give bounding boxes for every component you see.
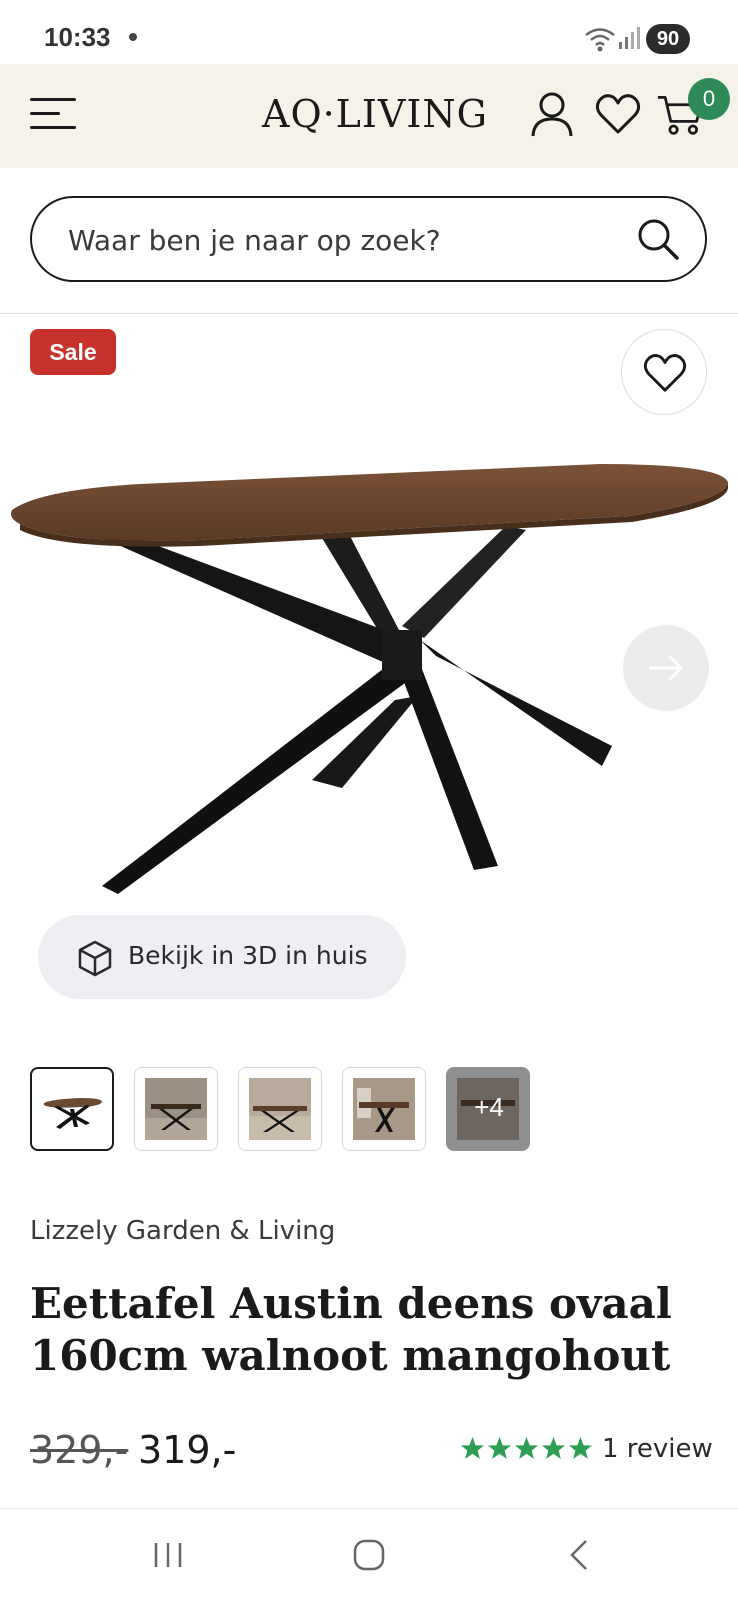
arrow-right-icon: [649, 654, 684, 682]
nav-home-icon[interactable]: [345, 1531, 393, 1579]
thumbnail-image: [145, 1078, 207, 1140]
menu-icon-line: [30, 112, 60, 115]
star-icon: [461, 1437, 484, 1459]
thumbnail-image: [353, 1078, 415, 1140]
star-icon: [515, 1437, 538, 1459]
cart-count-badge: 0: [688, 78, 730, 120]
thumbnail-1[interactable]: [30, 1067, 114, 1151]
search-icon[interactable]: [635, 216, 681, 262]
search-bar: [30, 196, 707, 282]
heart-icon: [643, 354, 687, 392]
product-title: Eettafel Austin deens ovaal 160cm walnoo…: [30, 1279, 672, 1380]
product-page: 10:33 90 AQ·LIVING 0 Waar ben je naar op…: [0, 0, 738, 1600]
next-image-button[interactable]: [623, 625, 709, 711]
signal-icon: [619, 27, 640, 49]
thumbnail-2[interactable]: [134, 1067, 218, 1151]
star-icon: [488, 1437, 511, 1459]
price-current: 319,-: [138, 1428, 237, 1472]
thumbnail-image: [44, 1098, 102, 1129]
thumbnail-more[interactable]: +4: [446, 1067, 530, 1151]
nav-recents-icon[interactable]: [146, 1531, 194, 1579]
site-header: AQ·LIVING 0: [0, 64, 738, 168]
status-time: 10:33: [44, 22, 111, 52]
account-icon[interactable]: [528, 90, 576, 138]
menu-icon-line: [30, 126, 76, 129]
nav-back-icon[interactable]: [556, 1531, 604, 1579]
view-3d-label: Bekijk in 3D in huis: [128, 941, 368, 970]
divider: [0, 313, 738, 314]
system-nav-bar: [0, 1508, 738, 1600]
heart-icon[interactable]: [594, 90, 642, 138]
wifi-icon: [585, 28, 615, 52]
site-logo[interactable]: AQ·LIVING: [262, 92, 488, 136]
reviews-link[interactable]: 1 review: [602, 1434, 713, 1464]
cube-3d-icon: [78, 940, 112, 977]
thumbnail-3[interactable]: [238, 1067, 322, 1151]
menu-button[interactable]: [30, 94, 78, 134]
menu-icon: [30, 98, 76, 101]
rating-stars[interactable]: [460, 1436, 593, 1466]
thumbnail-4[interactable]: [342, 1067, 426, 1151]
wishlist-button[interactable]: [621, 329, 707, 415]
star-icon: [569, 1437, 592, 1459]
battery-indicator: 90: [646, 24, 690, 54]
notification-dot-icon: [129, 33, 137, 41]
view-3d-button[interactable]: Bekijk in 3D in huis: [38, 915, 406, 999]
sale-badge: Sale: [30, 329, 116, 375]
star-icon: [542, 1437, 565, 1459]
thumbnail-image: [249, 1078, 311, 1140]
search-input[interactable]: [68, 216, 628, 264]
status-bar: 10:33 90: [0, 0, 738, 64]
more-images-label: +4: [474, 1092, 504, 1122]
product-brand[interactable]: Lizzely Garden & Living: [30, 1216, 335, 1246]
price-old: 329,-: [30, 1428, 129, 1472]
